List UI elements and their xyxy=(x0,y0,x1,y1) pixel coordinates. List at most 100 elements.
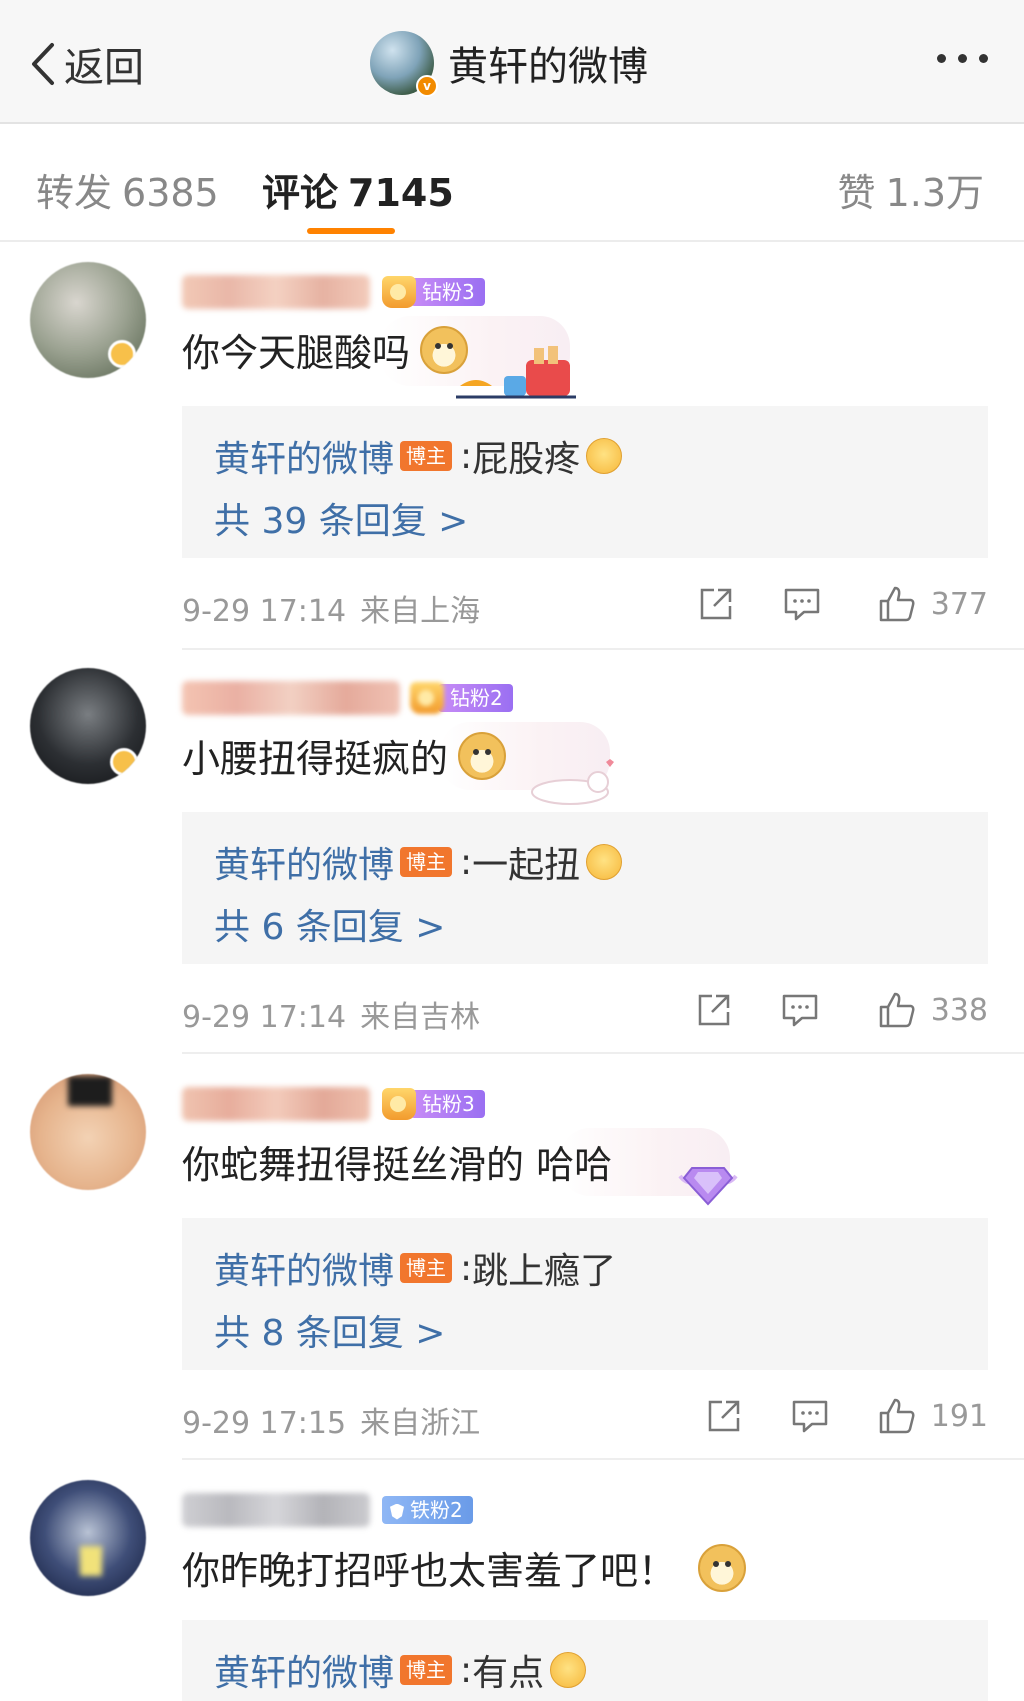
fan-badge: 钻粉3 xyxy=(382,276,485,308)
avatar[interactable] xyxy=(30,262,146,378)
fan-badge: 钻粉3 xyxy=(382,1088,485,1120)
username-blurred[interactable] xyxy=(182,275,370,309)
avatar-badge-icon xyxy=(108,340,136,368)
comment-text-row: 你蛇舞扭得挺丝滑的 哈哈 xyxy=(182,1134,612,1189)
diamond-sticker-icon xyxy=(678,1167,738,1206)
avatar-detail xyxy=(68,1076,112,1106)
comment-location: 来自浙江 xyxy=(360,1406,481,1441)
share-icon[interactable] xyxy=(696,584,736,624)
reply-line: 黄轩的微博 博主 : 一起扭 xyxy=(214,836,623,888)
username-blurred[interactable] xyxy=(182,1087,370,1121)
comment-time: 9-29 17:14 xyxy=(182,594,347,629)
doge-emoji-icon xyxy=(458,731,507,780)
comment-item: 铁粉2 你昨晚打招呼也太害羞了吧！ 黄轩的微博 博主 : 有点 xyxy=(0,1462,1024,1701)
cat-sticker-icon xyxy=(531,759,614,805)
comment-meta-row: 9-29 17:14 来自上海 377 xyxy=(182,584,988,630)
page-title: 黄轩的微博 xyxy=(448,44,648,90)
username-blurred[interactable] xyxy=(182,1493,370,1527)
reply-author-link[interactable]: 黄轩的微博 xyxy=(214,1644,394,1696)
reply-preview-box[interactable]: 黄轩的微博 博主 : 跳上瘾了 共 8 条回复 > xyxy=(182,1218,988,1370)
crying-emoji-icon xyxy=(586,438,623,474)
comment-icon[interactable] xyxy=(782,584,822,624)
like-button[interactable]: 191 xyxy=(877,1396,988,1436)
back-button[interactable]: 返回 xyxy=(28,38,144,91)
comment-text: 小腰扭得挺疯的 xyxy=(182,737,449,781)
share-icon[interactable] xyxy=(694,990,734,1030)
page-title-group[interactable]: v 黄轩的微博 xyxy=(370,30,648,97)
crown-icon xyxy=(382,276,416,308)
reply-line: 黄轩的微博 博主 : 跳上瘾了 xyxy=(214,1242,616,1294)
reply-text: 有点 xyxy=(472,1653,545,1694)
divider xyxy=(182,1052,1024,1054)
comment-text-row: 你今天腿酸吗 xyxy=(182,322,469,377)
view-replies-link[interactable]: 共 8 条回复 > xyxy=(214,1304,445,1356)
reply-author-link[interactable]: 黄轩的微博 xyxy=(214,1242,394,1294)
host-tag: 博主 xyxy=(400,441,453,471)
verified-badge-icon: v xyxy=(416,75,438,97)
host-tag: 博主 xyxy=(400,1655,453,1685)
host-tag: 博主 xyxy=(400,1253,453,1283)
comment-item: 钻粉3 你今天腿酸吗 黄轩的微博 博主 : 屁股疼 共 39 条回复 > 9-2… xyxy=(0,244,1024,650)
reply-author-link[interactable]: 黄轩的微博 xyxy=(214,430,394,482)
comment-time-location: 9-29 17:14 来自上海 xyxy=(182,586,480,630)
like-button[interactable]: 377 xyxy=(877,584,988,624)
fan-badge-label: 钻粉3 xyxy=(410,278,485,306)
share-icon[interactable] xyxy=(704,1396,744,1436)
comment-icon[interactable] xyxy=(780,990,820,1030)
comment-header: 铁粉2 xyxy=(182,1490,473,1530)
profile-avatar[interactable]: v xyxy=(370,31,438,97)
thumbs-up-icon xyxy=(879,586,915,622)
chevron-left-icon xyxy=(32,43,54,85)
like-count: 377 xyxy=(930,586,988,622)
tab-comment[interactable]: 评论 7145 xyxy=(262,162,454,217)
host-tag: 博主 xyxy=(400,847,453,877)
tab-forward-label: 转发 xyxy=(36,171,113,215)
thumbs-up-icon xyxy=(879,992,915,1028)
comment-icon[interactable] xyxy=(790,1396,830,1436)
tab-forward-count: 6385 xyxy=(122,171,219,215)
top-navigation-bar: 返回 v 黄轩的微博 xyxy=(0,0,1024,124)
comment-text: 你蛇舞扭得挺丝滑的 哈哈 xyxy=(182,1143,613,1187)
active-tab-indicator xyxy=(307,228,395,234)
reply-preview-box[interactable]: 黄轩的微博 博主 : 屁股疼 共 39 条回复 > xyxy=(182,406,988,558)
avatar[interactable] xyxy=(30,1480,146,1596)
thinking-emoji-icon xyxy=(550,1652,587,1688)
comment-meta-row: 9-29 17:15 来自浙江 191 xyxy=(182,1396,988,1442)
tab-like-count: 1.3万 xyxy=(885,171,984,215)
more-options-icon[interactable] xyxy=(937,54,988,63)
like-button[interactable]: 338 xyxy=(877,990,988,1030)
comment-item: 钻粉2 小腰扭得挺疯的 黄轩的微博 博主 : 一起扭 共 6 条回复 > 9-2… xyxy=(0,650,1024,1054)
comment-header: 钻粉3 xyxy=(182,272,485,312)
view-replies-link[interactable]: 共 39 条回复 > xyxy=(214,492,468,544)
fan-badge-label: 钻粉2 xyxy=(438,684,513,712)
thinking-emoji-icon xyxy=(586,844,623,880)
comment-time-location: 9-29 17:15 来自浙江 xyxy=(182,1398,480,1442)
username-blurred[interactable] xyxy=(182,681,400,715)
avatar[interactable] xyxy=(30,1074,146,1190)
fan-badge: 钻粉2 xyxy=(410,682,513,714)
divider xyxy=(182,1458,1024,1460)
like-count: 338 xyxy=(930,992,988,1028)
fan-badge-label: 铁粉2 xyxy=(382,1496,473,1524)
comment-time: 9-29 17:15 xyxy=(182,1406,347,1441)
comment-text-row: 你昨晚打招呼也太害羞了吧！ xyxy=(182,1540,747,1595)
comment-text: 你昨晚打招呼也太害羞了吧！ xyxy=(182,1549,677,1593)
comment-meta-row: 9-29 17:14 来自吉林 338 xyxy=(182,990,988,1036)
reply-author-link[interactable]: 黄轩的微博 xyxy=(214,836,394,888)
comment-header: 钻粉2 xyxy=(182,678,513,718)
avatar[interactable] xyxy=(30,668,146,784)
reply-preview-box[interactable]: 黄轩的微博 博主 : 一起扭 共 6 条回复 > xyxy=(182,812,988,964)
crown-icon xyxy=(410,682,444,714)
crown-icon xyxy=(382,1088,416,1120)
reply-preview-box[interactable]: 黄轩的微博 博主 : 有点 xyxy=(182,1620,988,1701)
toaster-sticker-icon xyxy=(456,346,576,399)
tab-bar: 转发 6385 评论 7145 赞 1.3万 xyxy=(0,124,1024,242)
comment-text: 你今天腿酸吗 xyxy=(182,331,411,375)
tab-forward[interactable]: 转发 6385 xyxy=(36,162,219,217)
tab-like[interactable]: 赞 1.3万 xyxy=(838,162,984,217)
fan-badge: 铁粉2 xyxy=(382,1494,473,1526)
view-replies-link[interactable]: 共 6 条回复 > xyxy=(214,898,445,950)
reply-line: 黄轩的微博 博主 : 屁股疼 xyxy=(214,430,623,482)
comment-time-location: 9-29 17:14 来自吉林 xyxy=(182,992,480,1036)
reply-line: 黄轩的微博 博主 : 有点 xyxy=(214,1644,587,1696)
